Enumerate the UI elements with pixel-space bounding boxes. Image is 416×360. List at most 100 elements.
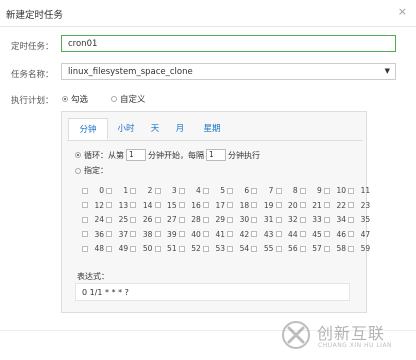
checkbox-icon xyxy=(154,202,161,208)
checkbox-icon xyxy=(203,231,209,237)
minute-option[interactable]: 25 xyxy=(106,215,130,224)
minute-option[interactable]: 50 xyxy=(130,244,154,253)
minute-option[interactable]: 52 xyxy=(178,244,203,253)
minute-option[interactable]: 35 xyxy=(348,215,372,224)
minute-option[interactable]: 54 xyxy=(227,244,251,253)
minute-option[interactable]: 16 xyxy=(178,200,203,210)
minute-option[interactable]: 12 xyxy=(82,201,106,210)
checkbox-icon xyxy=(227,187,234,194)
minute-option[interactable]: 11 xyxy=(348,186,372,195)
loop-interval-input[interactable]: 1 xyxy=(206,149,226,161)
minute-option[interactable]: 32 xyxy=(275,215,300,224)
minute-option[interactable]: 5 xyxy=(203,186,227,195)
minute-option[interactable]: 48 xyxy=(82,244,106,253)
minute-label: 23 xyxy=(360,200,371,210)
minute-option[interactable]: 33 xyxy=(299,215,324,224)
minute-option[interactable]: 1 xyxy=(106,186,130,195)
minute-label: 25 xyxy=(118,215,129,224)
minute-option[interactable]: 18 xyxy=(227,201,251,210)
minute-label: 11 xyxy=(360,186,371,195)
minute-option[interactable]: 45 xyxy=(299,230,324,239)
minute-option[interactable]: 4 xyxy=(178,186,203,195)
minute-option[interactable]: 19 xyxy=(251,201,275,210)
loop-option[interactable]: 循环：从第 1 分钟开始，每隔 1 分钟执行 xyxy=(75,149,260,161)
minute-option[interactable]: 41 xyxy=(203,230,227,239)
minute-option[interactable]: 40 xyxy=(178,230,203,239)
minute-option[interactable]: 28 xyxy=(178,215,203,224)
minute-option[interactable]: 34 xyxy=(324,215,348,224)
minute-option[interactable]: 27 xyxy=(154,215,179,224)
minute-option[interactable]: 10 xyxy=(324,186,348,195)
checkbox-icon xyxy=(82,216,88,223)
minute-label: 16 xyxy=(191,200,201,210)
minute-option[interactable]: 22 xyxy=(324,201,348,210)
minute-label: 58 xyxy=(336,244,346,253)
plan-option-custom-label: 自定义 xyxy=(120,95,146,105)
tab-week[interactable]: 星期 xyxy=(198,118,226,140)
minute-option[interactable]: 20 xyxy=(275,200,300,210)
minute-option[interactable]: 39 xyxy=(154,230,179,239)
minute-option[interactable]: 59 xyxy=(348,244,372,253)
minute-option[interactable]: 8 xyxy=(275,186,300,195)
specify-option[interactable]: 指定： xyxy=(75,165,108,176)
cron-name-input[interactable]: cron01 xyxy=(61,35,396,52)
minute-option[interactable]: 58 xyxy=(324,244,348,253)
checkbox-icon xyxy=(178,245,185,252)
checkbox-icon xyxy=(275,216,282,223)
minute-label: 1 xyxy=(123,186,129,195)
minute-option[interactable]: 3 xyxy=(154,186,179,195)
checkbox-icon xyxy=(251,216,258,223)
minute-option[interactable]: 57 xyxy=(299,244,324,253)
minute-option[interactable]: 46 xyxy=(324,230,348,239)
minute-option[interactable]: 36 xyxy=(82,230,106,239)
checkbox-icon xyxy=(154,245,161,252)
checkbox-icon xyxy=(130,187,137,194)
minute-option[interactable]: 6 xyxy=(227,186,251,195)
minute-label: 6 xyxy=(244,186,250,195)
minute-option[interactable]: 24 xyxy=(82,215,106,224)
minute-option[interactable]: 53 xyxy=(203,244,227,253)
minute-option[interactable]: 13 xyxy=(106,201,130,210)
close-icon[interactable]: × xyxy=(398,5,407,18)
minute-option[interactable]: 56 xyxy=(275,244,300,253)
minute-option[interactable]: 7 xyxy=(251,186,275,195)
minute-option[interactable]: 29 xyxy=(203,215,227,224)
tab-minute[interactable]: 分钟 xyxy=(68,118,108,140)
minute-label: 41 xyxy=(215,229,225,239)
minute-option[interactable]: 30 xyxy=(227,215,251,224)
minute-label: 20 xyxy=(288,200,298,210)
minute-option[interactable]: 2 xyxy=(130,186,154,195)
minute-option[interactable]: 0 xyxy=(82,186,106,195)
expression-field[interactable]: 0 1/1 * * * ? xyxy=(75,283,350,301)
checkbox-icon xyxy=(348,187,355,194)
radio-icon xyxy=(75,167,81,174)
minute-option[interactable]: 14 xyxy=(130,201,154,210)
minute-option[interactable]: 9 xyxy=(299,186,324,195)
minute-option[interactable]: 49 xyxy=(106,244,130,253)
checkbox-icon xyxy=(106,231,113,237)
checkbox-icon xyxy=(82,231,88,237)
minute-option[interactable]: 17 xyxy=(203,201,227,210)
minute-option[interactable]: 15 xyxy=(154,201,179,210)
minute-option[interactable]: 21 xyxy=(299,201,324,210)
tab-month[interactable]: 月 xyxy=(170,118,190,140)
minute-option[interactable]: 51 xyxy=(154,244,179,253)
tab-hour[interactable]: 小时 xyxy=(112,118,140,140)
minute-option[interactable]: 23 xyxy=(348,201,372,210)
minute-option[interactable]: 31 xyxy=(251,215,275,224)
minute-option[interactable]: 43 xyxy=(251,230,275,239)
tab-day[interactable]: 天 xyxy=(145,118,165,140)
minute-option[interactable]: 55 xyxy=(251,244,275,253)
minute-option[interactable]: 42 xyxy=(227,230,251,239)
minute-option[interactable]: 26 xyxy=(130,215,154,224)
plan-option-custom[interactable]: 自定义 xyxy=(111,93,146,105)
loop-start-input[interactable]: 1 xyxy=(126,149,146,161)
minute-option[interactable]: 47 xyxy=(348,230,372,239)
task-name-select[interactable]: linux_filesystem_space_clone ▼ xyxy=(61,63,396,80)
plan-option-check[interactable]: 勾选 xyxy=(62,93,88,105)
checkbox-icon xyxy=(251,202,258,208)
minute-option[interactable]: 38 xyxy=(130,230,154,239)
minute-option[interactable]: 44 xyxy=(275,230,300,239)
loop-prefix-label: 循环：从第 xyxy=(84,150,124,160)
minute-option[interactable]: 37 xyxy=(106,230,130,239)
